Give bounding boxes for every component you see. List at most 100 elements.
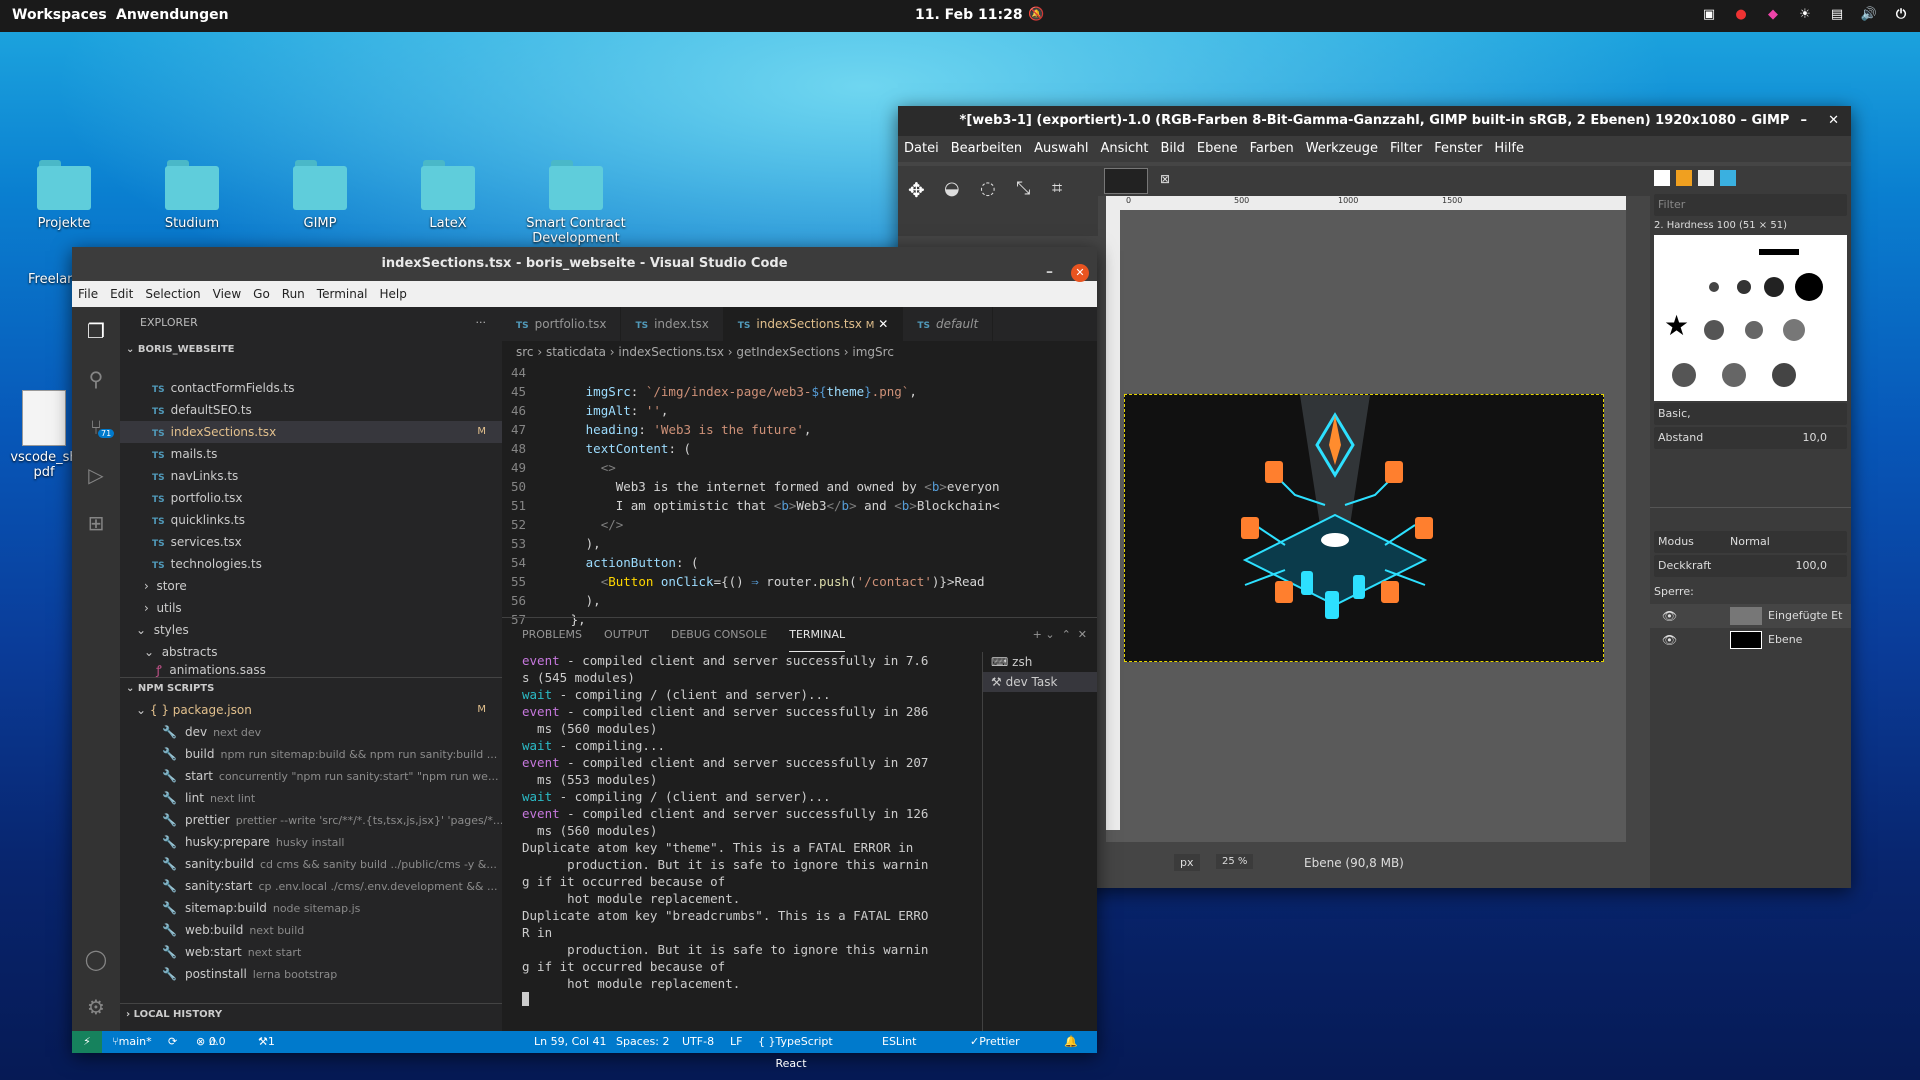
local-history-section[interactable]: › LOCAL HISTORY <box>120 1003 502 1025</box>
zoom-select[interactable]: 25 % <box>1216 854 1254 869</box>
npm-script-item[interactable]: 🔧 web:start next start <box>120 941 502 963</box>
fuzzy-select-icon[interactable]: ⤡ <box>1016 178 1030 199</box>
cursor-position[interactable]: Ln 59, Col 41 <box>534 1031 607 1053</box>
panel-actions[interactable]: + ⌄ ⌃ ✕ <box>1033 618 1087 652</box>
file-item[interactable]: TS defaultSEO.ts <box>120 399 502 421</box>
file-item[interactable]: TS portfolio.tsx <box>120 487 502 509</box>
crop-icon[interactable]: ⌗ <box>1052 178 1062 199</box>
file-item[interactable]: TS services.tsx <box>120 531 502 553</box>
search-icon[interactable]: ⚲ <box>84 367 108 391</box>
menu-hilfe[interactable]: Hilfe <box>1494 136 1524 162</box>
sync-icon[interactable]: ⟳ <box>168 1031 177 1053</box>
vscode-titlebar[interactable]: indexSections.tsx - boris_webseite - Vis… <box>72 247 1097 282</box>
npm-script-item[interactable]: 🔧 prettier prettier --write 'src/**/*.{ts,… <box>120 809 502 831</box>
close-image-icon[interactable]: ⊠ <box>1160 172 1170 186</box>
app-icon[interactable]: ◆ <box>1764 6 1782 24</box>
folder-item[interactable]: › store <box>120 575 502 597</box>
more-icon[interactable]: ··· <box>476 307 487 339</box>
eye-icon[interactable]: 👁 <box>1662 633 1677 647</box>
settings-gear-icon[interactable]: ⚙ <box>84 995 108 1019</box>
npm-script-item[interactable]: 🔧 sitemap:build node sitemap.js <box>120 897 502 919</box>
unit-select[interactable]: px <box>1174 854 1200 871</box>
menu-bearbeiten[interactable]: Bearbeiten <box>951 136 1022 162</box>
code-editor[interactable]: 44 45 imgSrc: `/img/index-page/web3-${the… <box>502 363 1097 629</box>
spacing-field[interactable]: Abstand 10,0 <box>1654 427 1847 449</box>
menu-farben[interactable]: Farben <box>1250 136 1294 162</box>
menu-file[interactable]: File <box>78 281 98 307</box>
file-item[interactable]: TS navLinks.ts <box>120 465 502 487</box>
menu-selection[interactable]: Selection <box>145 281 200 307</box>
eslint-status[interactable]: ESLint <box>882 1031 916 1053</box>
npm-script-item[interactable]: 🔧 husky:prepare husky install <box>120 831 502 853</box>
npm-script-item[interactable]: 🔧 sanity:start cp .env.local ./cms/.env.de… <box>120 875 502 897</box>
problems-indicator[interactable]: ⊗ 0 ⚠ 0 <box>196 1031 226 1053</box>
gimp-titlebar[interactable]: *[web3-1] (exportiert)-1.0 (RGB-Farben 8… <box>898 106 1851 136</box>
close-tab-icon[interactable]: ✕ <box>878 317 888 331</box>
mode-select[interactable]: Modus Normal <box>1654 531 1847 553</box>
folder-item[interactable]: ⌄ abstracts <box>120 641 502 663</box>
menu-view[interactable]: View <box>213 281 241 307</box>
image-thumbnail[interactable] <box>1104 168 1148 194</box>
npm-script-item[interactable]: 🔧 dev next dev <box>120 721 502 743</box>
pattern-tab-icon[interactable] <box>1676 170 1692 186</box>
desktop-folder-smart-contract[interactable]: Smart Contract Development <box>526 160 626 246</box>
menu-help[interactable]: Help <box>380 281 407 307</box>
tab-problems[interactable]: PROBLEMS <box>522 618 582 652</box>
menu-edit[interactable]: Edit <box>110 281 133 307</box>
project-section[interactable]: ⌄ BORIS_WEBSEITE <box>120 339 502 361</box>
indentation[interactable]: Spaces: 2 <box>616 1031 669 1053</box>
language-mode[interactable]: { } TypeScript React <box>758 1031 833 1070</box>
file-item[interactable]: TS contactFormFields.ts <box>120 377 502 399</box>
terminal-item[interactable]: ⚒ dev Task <box>983 672 1097 692</box>
brush-filter-input[interactable]: Filter <box>1654 194 1847 216</box>
volume-icon[interactable]: 🔊 <box>1860 6 1878 24</box>
tab-output[interactable]: OUTPUT <box>604 618 649 652</box>
menu-go[interactable]: Go <box>253 281 270 307</box>
document-tab-icon[interactable] <box>1720 170 1736 186</box>
canvas-image[interactable] <box>1124 394 1604 662</box>
close-icon[interactable]: ✕ <box>1828 106 1839 136</box>
npm-scripts-section[interactable]: ⌄ NPM SCRIPTS <box>120 677 502 699</box>
menu-ansicht[interactable]: Ansicht <box>1100 136 1148 162</box>
menu-filter[interactable]: Filter <box>1390 136 1422 162</box>
npm-script-item[interactable]: 🔧 start concurrently "npm run sanity:start… <box>120 765 502 787</box>
desktop-pdf-file[interactable]: vscode_sh pdf <box>8 390 80 480</box>
menu-datei[interactable]: Datei <box>904 136 939 162</box>
prettier-status[interactable]: ✓ Prettier <box>970 1031 1020 1053</box>
desktop-folder-gimp[interactable]: GIMP <box>270 160 370 231</box>
calendar-icon[interactable]: ▤ <box>1828 6 1846 24</box>
account-icon[interactable]: ◯ <box>84 947 108 971</box>
layer-row[interactable]: 👁 Ebene <box>1650 628 1851 652</box>
tab-terminal[interactable]: TERMINAL <box>789 618 846 652</box>
minimize-icon[interactable]: – <box>1801 106 1808 136</box>
tab-index-sections[interactable]: TS indexSections.tsx M ✕ <box>723 307 904 341</box>
brightness-icon[interactable]: ☀ <box>1796 6 1814 24</box>
npm-script-item[interactable]: 🔧 web:build next build <box>120 919 502 941</box>
clock[interactable]: 11. Feb 11:28 <box>915 7 1023 23</box>
terminal-output[interactable]: event - compiled client and server succe… <box>502 652 972 1010</box>
applications-button[interactable]: Anwendungen <box>116 7 229 23</box>
npm-script-item[interactable]: 🔧 lint next lint <box>120 787 502 809</box>
folder-item[interactable]: › utils <box>120 597 502 619</box>
tab-default[interactable]: TS default <box>903 307 994 341</box>
brush-tab-icon[interactable] <box>1654 170 1670 186</box>
tab-portfolio[interactable]: TS portfolio.tsx <box>502 307 622 341</box>
eol[interactable]: LF <box>730 1031 742 1053</box>
bell-off-icon[interactable]: 🔕 <box>1028 7 1044 22</box>
power-icon[interactable]: ⏻ <box>1892 6 1910 24</box>
file-item[interactable]: ꝭ animations.sass <box>120 663 502 677</box>
minimize-icon[interactable]: – <box>1046 255 1053 289</box>
terminal-item[interactable]: ⌨ zsh <box>983 652 1097 672</box>
encoding[interactable]: UTF-8 <box>682 1031 714 1053</box>
menu-werkzeuge[interactable]: Werkzeuge <box>1306 136 1378 162</box>
file-item[interactable]: TS quicklinks.ts <box>120 509 502 531</box>
desktop-folder-latex[interactable]: LateX <box>398 160 498 231</box>
package-json-item[interactable]: ⌄ { } package.json M <box>120 699 502 721</box>
screen-icon[interactable]: ▣ <box>1700 6 1718 24</box>
desktop-folder-studium[interactable]: Studium <box>142 160 242 231</box>
menu-run[interactable]: Run <box>282 281 305 307</box>
npm-script-item[interactable]: 🔧 build npm run sitemap:build && npm run s… <box>120 743 502 765</box>
file-item-selected[interactable]: TS indexSections.tsx M <box>120 421 502 443</box>
ports-indicator[interactable]: ⚒ 1 <box>258 1031 275 1053</box>
folder-item[interactable]: ⌄ styles <box>120 619 502 641</box>
